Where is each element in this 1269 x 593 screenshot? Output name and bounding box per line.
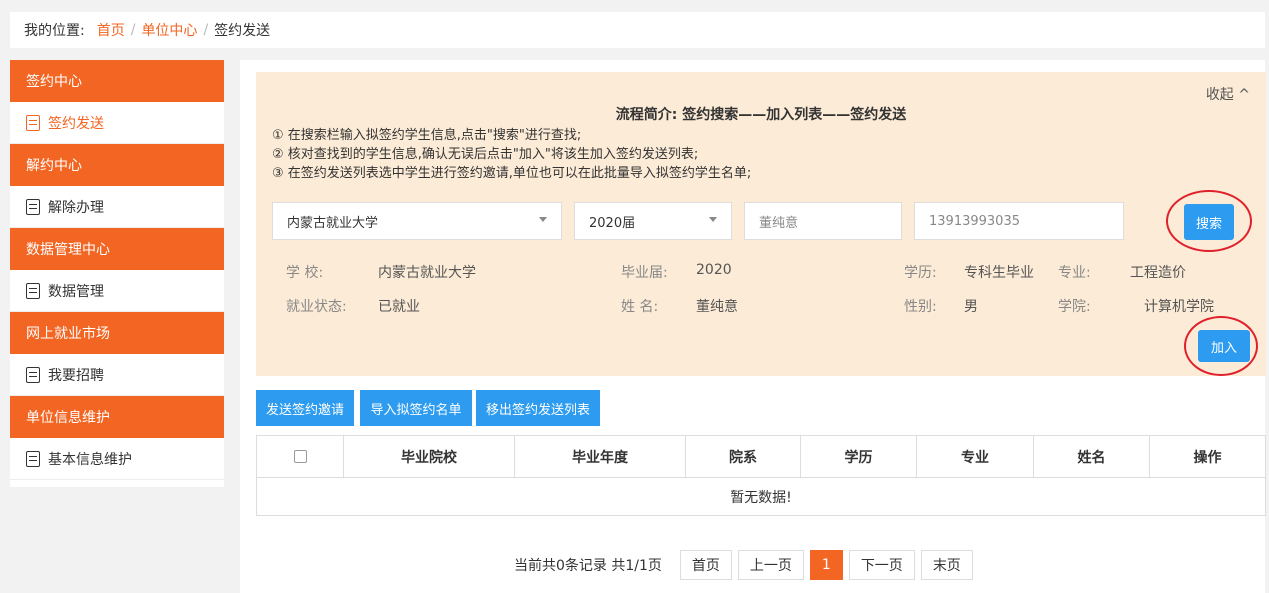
sidebar-item-label: 数据管理	[48, 283, 104, 300]
breadcrumb-separator: /	[130, 22, 136, 38]
collapse-toggle[interactable]: 收起 ^	[1206, 84, 1250, 104]
breadcrumb-label: 我的位置:	[24, 23, 85, 39]
major-label: 专业:	[1058, 265, 1091, 281]
year-select[interactable]: 2020届	[574, 202, 732, 240]
breadcrumb-home-link[interactable]: 首页	[97, 20, 125, 40]
remove-from-list-button[interactable]: 移出签约发送列表	[476, 390, 600, 426]
chevron-down-icon	[709, 217, 717, 222]
education-label: 学历:	[904, 265, 937, 281]
flow-step: ① 在搜索栏输入拟签约学生信息,点击"搜索"进行查找;	[272, 128, 582, 143]
flow-step: ② 核对查找到的学生信息,确认无误后点击"加入"将该生加入签约发送列表;	[272, 147, 699, 162]
next-page-button[interactable]: 下一页	[848, 550, 915, 580]
school-select-value: 内蒙古就业大学	[287, 215, 379, 231]
major-value: 工程造价	[1130, 265, 1186, 281]
send-invite-button[interactable]: 发送签约邀请	[256, 390, 354, 426]
sidebar-item-sign-send[interactable]: 签约发送	[10, 102, 224, 144]
sidebar-item-label: 签约发送	[48, 115, 104, 132]
select-all-checkbox[interactable]	[293, 450, 307, 463]
chevron-down-icon	[539, 217, 547, 222]
column-header: 学历	[800, 435, 917, 478]
name-value: 董纯意	[696, 299, 738, 315]
main-content: 收起 ^ 流程简介: 签约搜索——加入列表——签约发送 ① 在搜索栏输入拟签约学…	[240, 60, 1266, 593]
column-header: 毕业年度	[514, 435, 686, 478]
search-panel: 收起 ^ 流程简介: 签约搜索——加入列表——签约发送 ① 在搜索栏输入拟签约学…	[256, 72, 1266, 376]
document-icon	[26, 114, 40, 131]
school-select[interactable]: 内蒙古就业大学	[272, 202, 562, 240]
sidebar-group-terminate-center[interactable]: 解约中心	[10, 144, 224, 186]
sidebar: 签约中心 签约发送 解约中心 解除办理 数据管理中心 数据管理 网上就业市场 我…	[10, 60, 224, 487]
student-id-input[interactable]: 13913993035	[914, 202, 1124, 240]
first-page-button[interactable]: 首页	[679, 550, 732, 580]
column-header: 专业	[916, 435, 1034, 478]
employment-status-value: 已就业	[378, 299, 420, 315]
sidebar-item-label: 基本信息维护	[48, 451, 132, 468]
year-select-value: 2020届	[589, 215, 636, 231]
employment-status-label: 就业状态:	[286, 299, 347, 315]
education-value: 专科生毕业	[964, 265, 1034, 281]
sidebar-item-data-manage[interactable]: 数据管理	[10, 270, 224, 312]
prev-page-button[interactable]: 上一页	[737, 550, 804, 580]
college-label: 学院:	[1058, 299, 1091, 315]
sidebar-item-terminate[interactable]: 解除办理	[10, 186, 224, 228]
last-page-button[interactable]: 末页	[920, 550, 973, 580]
pagination-summary: 当前共0条记录 共1/1页	[514, 558, 662, 574]
column-header: 操作	[1149, 435, 1266, 478]
sidebar-item-label: 解除办理	[48, 199, 104, 216]
sidebar-group-unit-info[interactable]: 单位信息维护	[10, 396, 224, 438]
school-value: 内蒙古就业大学	[378, 265, 476, 281]
highlight-circle	[1184, 316, 1258, 376]
sidebar-group-sign-center[interactable]: 签约中心	[10, 60, 224, 102]
highlight-circle	[1166, 190, 1252, 252]
sidebar-group-job-market[interactable]: 网上就业市场	[10, 312, 224, 354]
table-header-row: 毕业院校 毕业年度 院系 学历 专业 姓名 操作	[256, 435, 1266, 478]
column-header: 毕业院校	[343, 435, 515, 478]
grad-year-value: 2020	[696, 262, 732, 278]
sidebar-group-data-center[interactable]: 数据管理中心	[10, 228, 224, 270]
gender-value: 男	[964, 299, 978, 315]
sign-list-table: 毕业院校 毕业年度 院系 学历 专业 姓名 操作 暂无数据!	[256, 435, 1266, 516]
table-row: 暂无数据!	[256, 477, 1266, 516]
document-icon	[26, 198, 40, 215]
column-header: 姓名	[1033, 435, 1150, 478]
pagination: 当前共0条记录 共1/1页 首页 上一页 1 下一页 末页	[514, 550, 973, 580]
import-list-button[interactable]: 导入拟签约名单	[360, 390, 472, 426]
flow-title: 流程简介: 签约搜索——加入列表——签约发送	[615, 107, 907, 123]
student-name-input[interactable]: 董纯意	[744, 202, 902, 240]
empty-message: 暂无数据!	[256, 477, 1266, 516]
breadcrumb: 我的位置: 首页 / 单位中心 / 签约发送	[10, 12, 1265, 48]
college-value: 计算机学院	[1144, 299, 1214, 315]
sidebar-item-recruit[interactable]: 我要招聘	[10, 354, 224, 396]
flow-steps: ① 在搜索栏输入拟签约学生信息,点击"搜索"进行查找; ② 核对查找到的学生信息…	[272, 126, 751, 183]
breadcrumb-center-link[interactable]: 单位中心	[141, 20, 197, 40]
breadcrumb-separator: /	[203, 22, 209, 38]
current-page-button[interactable]: 1	[809, 550, 843, 580]
document-icon	[26, 450, 40, 467]
column-header: 院系	[685, 435, 801, 478]
grad-year-label: 毕业届:	[621, 265, 668, 281]
sidebar-item-label: 我要招聘	[48, 367, 104, 384]
document-icon	[26, 366, 40, 383]
select-all-cell	[256, 435, 344, 478]
school-label: 学 校:	[286, 265, 324, 281]
breadcrumb-current: 签约发送	[214, 23, 271, 39]
gender-label: 性别:	[904, 299, 937, 315]
flow-step: ③ 在签约发送列表选中学生进行签约邀请,单位也可以在此批量导入拟签约学生名单;	[272, 166, 752, 181]
name-label: 姓 名:	[621, 299, 659, 315]
sidebar-item-basic-info[interactable]: 基本信息维护	[10, 438, 224, 480]
document-icon	[26, 282, 40, 299]
